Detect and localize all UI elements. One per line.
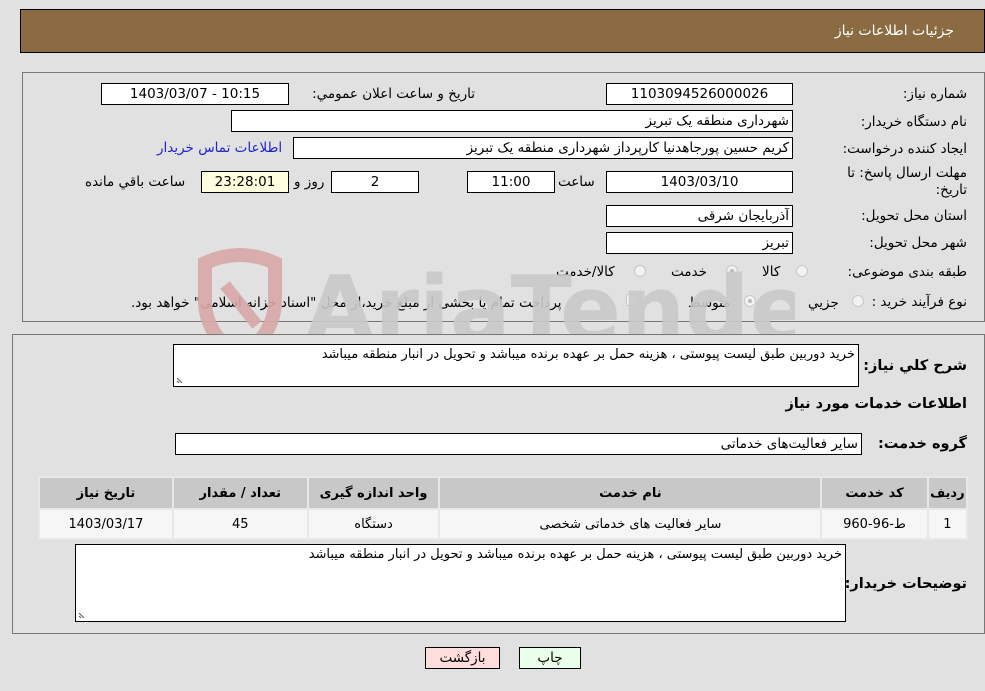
process-radio-medium[interactable] [744,295,756,307]
cell-service-code: ط-96-960 [820,508,929,540]
process-type-label: نوع فرآیند خرید : [871,294,967,310]
col-quantity: تعداد / مقدار [171,476,309,510]
back-button[interactable]: بازگشت [425,647,500,669]
service-group-field[interactable]: سایر فعالیت‌های خدماتی [175,433,862,455]
city-field[interactable]: تبریز [606,232,793,254]
cell-service-name: سایر فعالیت های خدماتی شخصی [438,508,823,540]
buyer-contact-link[interactable]: اطلاعات تماس خریدار [157,140,282,156]
summary-text: خرید دوربین طبق لیست پیوستی ، هزینه حمل … [321,347,855,362]
deadline-date-field[interactable]: 1403/03/10 [606,171,793,193]
services-table: ردیف کد خدمت نام خدمت واحد اندازه گیری ت… [38,476,969,540]
buyer-notes-label: توضیحات خریدار: [844,576,967,592]
need-number-label: شماره نیاز: [902,86,967,102]
col-service-code: کد خدمت [820,476,929,510]
col-service-name: نام خدمت [438,476,823,510]
process-radio-minor[interactable] [852,295,864,307]
days-label: روز و [294,174,325,190]
deadline-time-field[interactable]: 11:00 [467,171,555,193]
table-row[interactable]: 1 ط-96-960 سایر فعالیت های خدماتی شخصی د… [38,508,969,540]
process-option-minor: جزيي [808,295,839,311]
deadline-time-label: ساعت [558,174,595,190]
treasury-checkbox-label: پرداخت تمام یا بخشی از مبلغ خرید،از محل … [131,295,562,311]
category-radio-goods[interactable] [796,265,808,277]
cell-need-date: 1403/03/17 [38,508,174,540]
province-field[interactable]: آذربایجان شرقی [606,205,793,227]
deadline-label: مهلت ارسال پاسخ: تا تاریخ: [847,165,967,198]
resize-grip-icon[interactable] [176,374,186,384]
resize-grip-icon[interactable] [78,609,88,619]
city-label: شهر محل تحویل: [869,235,967,251]
remaining-time-field[interactable]: 23:28:01 [201,171,289,193]
creator-field[interactable]: کریم حسین پورجاهدنیا کارپرداز شهرداری من… [293,137,793,159]
category-option-goods-service: کالا/خدمت [556,264,615,280]
remaining-time-label: ساعت باقي مانده [85,174,186,190]
category-label: طبقه بندی موضوعی: [847,264,967,280]
col-unit: واحد اندازه گیری [306,476,441,510]
summary-textarea[interactable]: خرید دوربین طبق لیست پیوستی ، هزینه حمل … [173,344,859,387]
category-option-service: خدمت [671,264,707,280]
page-title: جزئیات اطلاعات نیاز [834,23,954,39]
service-group-label: گروه خدمت: [877,436,967,452]
services-heading: اطلاعات خدمات مورد نیاز [785,396,967,412]
col-need-date: تاریخ نیاز [38,476,174,510]
services-table-wrap: ردیف کد خدمت نام خدمت واحد اندازه گیری ت… [38,476,969,540]
category-radio-service[interactable] [726,265,738,277]
buyer-org-field[interactable]: شهرداری منطقه یک تبریز [231,110,793,132]
creator-label: ایجاد کننده درخواست: [842,141,967,157]
buyer-notes-text: خرید دوربین طبق لیست پیوستی ، هزینه حمل … [308,547,842,562]
days-remaining-field[interactable]: 2 [331,171,419,193]
buyer-org-label: نام دستگاه خریدار: [860,114,967,130]
col-row: ردیف [926,476,969,510]
process-option-medium: متوسط [688,295,731,311]
page-header: جزئیات اطلاعات نیاز [20,9,985,53]
category-radio-goods-service[interactable] [634,265,646,277]
cell-quantity: 45 [171,508,309,540]
cell-unit: دستگاه [306,508,441,540]
announce-date-field[interactable]: 1403/03/07 - 10:15 [101,83,289,105]
announce-date-label: تاریخ و ساعت اعلان عمومي: [312,86,475,102]
table-header-row: ردیف کد خدمت نام خدمت واحد اندازه گیری ت… [38,476,969,510]
print-button[interactable]: چاپ [519,647,581,669]
province-label: استان محل تحویل: [861,208,967,224]
cell-row: 1 [926,508,969,540]
buyer-notes-textarea[interactable]: خرید دوربین طبق لیست پیوستی ، هزینه حمل … [75,544,846,622]
need-number-field[interactable]: 1103094526000026 [606,83,793,105]
summary-label: شرح كلي نياز: [863,358,967,374]
treasury-checkbox[interactable] [626,294,638,306]
category-option-goods: کالا [762,264,781,280]
